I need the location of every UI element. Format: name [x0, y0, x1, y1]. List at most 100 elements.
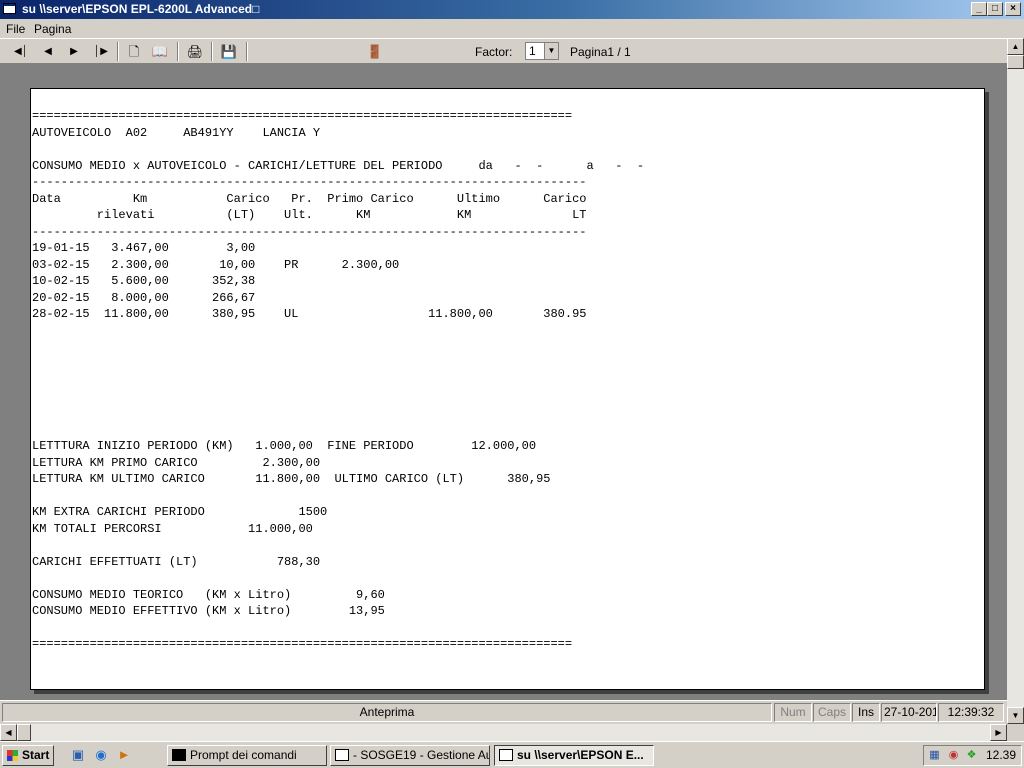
report-line	[32, 422, 644, 439]
report-line: AUTOVEICOLO A02 AB491YY LANCIA Y	[32, 125, 321, 140]
vertical-scrollbar[interactable]: ▲ ▼	[1007, 38, 1024, 724]
windows-logo-icon	[7, 750, 18, 761]
vertical-scroll-thumb[interactable]	[1007, 55, 1024, 69]
status-mode: Anteprima	[2, 703, 772, 722]
start-label: Start	[22, 748, 50, 762]
toolbar: ◀│ ◀ ▶ │▶ 🗋 📖 🖨 💾 🚪 Factor: 1 ▼ Pagina1 …	[0, 38, 1007, 64]
report-line: CARICHI EFFETTUATI (LT) 788,30	[32, 554, 321, 569]
task-label: su \\server\EPSON E...	[517, 748, 644, 762]
scrollbar-corner	[1007, 724, 1024, 741]
window-icon	[335, 749, 349, 761]
show-desktop-icon[interactable]: ▣	[70, 747, 86, 763]
report-line: KM EXTRA CARICHI PERIODO 1500	[32, 505, 328, 519]
report-line	[32, 537, 644, 554]
exit-icon[interactable]: 🚪	[365, 42, 385, 61]
close-button[interactable]: ×	[1005, 2, 1021, 16]
report-line: CONSUMO MEDIO x AUTOVEICOLO - CARICHI/LE…	[32, 158, 645, 173]
report-line: ----------------------------------------…	[32, 175, 587, 189]
report-line	[32, 620, 644, 637]
report-line: LETTTURA INIZIO PERIODO (KM) 1.000,00 FI…	[32, 439, 537, 453]
task-label: Prompt dei comandi	[190, 748, 297, 762]
start-button[interactable]: Start	[2, 745, 54, 766]
taskbar-clock: 12.39	[986, 748, 1017, 762]
report-line	[32, 339, 644, 356]
report-line: CONSUMO MEDIO TEORICO (KM x Litro) 9,60	[32, 587, 385, 602]
task-command-prompt[interactable]: Prompt dei comandi	[167, 745, 327, 766]
report-line: KM TOTALI PERCORSI 11.000,00	[32, 521, 313, 536]
single-page-icon[interactable]: 🗋	[124, 42, 144, 61]
report-line: rilevati (LT) Ult. KM KM LT	[32, 208, 587, 222]
update-icon[interactable]: ❖	[964, 748, 979, 763]
task-label: - SOSGE19 - Gestione Au...	[353, 748, 490, 762]
report-line	[32, 488, 644, 505]
menu-file[interactable]: File	[6, 22, 25, 36]
report-page: ========================================…	[30, 88, 985, 690]
report-line: LETTURA KM ULTIMO CARICO 11.800,00 ULTIM…	[32, 472, 551, 486]
print-icon[interactable]: 🖨	[185, 42, 205, 61]
export-icon[interactable]: 💾	[219, 42, 239, 61]
report-line: 10-02-15 5.600,00 352,38	[32, 274, 256, 288]
scroll-left-icon[interactable]: ◀	[0, 724, 17, 741]
factor-label: Factor:	[475, 45, 513, 59]
report-line: 20-02-15 8.000,00 266,67	[32, 290, 256, 305]
last-page-icon[interactable]: │▶	[91, 42, 111, 61]
toolbar-separator	[211, 42, 213, 61]
report-line: Data Km Carico Pr. Primo Carico Ultimo C…	[32, 191, 587, 206]
report-line	[32, 141, 644, 158]
status-date: 27-10-2015	[881, 703, 937, 722]
scroll-down-icon[interactable]: ▼	[1007, 707, 1024, 724]
report-text: ========================================…	[32, 108, 644, 653]
report-line	[32, 389, 644, 406]
status-bar: Anteprima Num Caps Ins 27-10-2015 12:39:…	[0, 700, 1007, 724]
report-line: CONSUMO MEDIO EFFETTIVO (KM x Litro) 13,…	[32, 604, 385, 618]
preview-area: ========================================…	[0, 64, 1007, 700]
maximize-button[interactable]: □	[987, 2, 1003, 16]
window-icon[interactable]	[3, 3, 16, 14]
report-line: 03-02-15 2.300,00 10,00 PR 2.300,00	[32, 257, 400, 272]
scroll-right-icon[interactable]: ▶	[990, 724, 1007, 741]
minimize-button[interactable]: _	[971, 2, 987, 16]
report-line: ----------------------------------------…	[32, 224, 587, 239]
internet-explorer-icon[interactable]: ◉	[93, 747, 109, 763]
menu-pagina[interactable]: Pagina	[34, 22, 71, 36]
two-pages-icon[interactable]: 📖	[150, 42, 170, 61]
horizontal-scroll-thumb[interactable]	[17, 724, 31, 741]
toolbar-separator	[117, 42, 119, 61]
factor-select[interactable]: 1 ▼	[525, 42, 559, 60]
report-line	[32, 356, 644, 373]
network-icon[interactable]: ▦	[927, 748, 942, 763]
task-sosge19[interactable]: - SOSGE19 - Gestione Au...	[330, 745, 490, 766]
report-line: 28-02-15 11.800,00 380,95 UL 11.800,00 3…	[32, 307, 587, 321]
media-player-icon[interactable]: ►	[116, 747, 132, 763]
report-line	[32, 323, 644, 340]
chevron-down-icon[interactable]: ▼	[544, 43, 558, 59]
page-indicator: Pagina1 / 1	[570, 45, 631, 59]
report-line	[32, 372, 644, 389]
report-line	[32, 570, 644, 587]
status-caps: Caps	[813, 703, 851, 722]
toolbar-separator	[246, 42, 248, 61]
title-bar: su \\server\EPSON EPL-6200L Advanced□ _ …	[0, 0, 1024, 19]
report-line	[32, 405, 644, 422]
status-ins: Ins	[852, 703, 880, 722]
scroll-up-icon[interactable]: ▲	[1007, 38, 1024, 55]
report-line: ========================================…	[32, 109, 573, 123]
horizontal-scrollbar[interactable]: ◀ ▶	[0, 724, 1007, 741]
first-page-icon[interactable]: ◀│	[11, 42, 31, 61]
status-time: 12:39:32	[938, 703, 1004, 722]
factor-value: 1	[529, 44, 536, 58]
status-num: Num	[774, 703, 812, 722]
toolbar-separator	[177, 42, 179, 61]
security-icon[interactable]: ◉	[946, 748, 961, 763]
task-epson-preview[interactable]: su \\server\EPSON E...	[494, 745, 654, 766]
next-page-icon[interactable]: ▶	[64, 42, 84, 61]
window-title: su \\server\EPSON EPL-6200L Advanced□	[22, 2, 260, 16]
taskbar: Start ▣ ◉ ► Prompt dei comandi - SOSGE19…	[0, 741, 1024, 768]
report-line: ========================================…	[32, 637, 573, 651]
command-prompt-icon	[172, 749, 186, 761]
prev-page-icon[interactable]: ◀	[38, 42, 58, 61]
report-line: LETTURA KM PRIMO CARICO 2.300,00	[32, 455, 321, 470]
report-line: 19-01-15 3.467,00 3,00	[32, 241, 256, 255]
menu-bar: File Pagina	[0, 19, 1024, 38]
system-tray: ▦ ◉ ❖ 12.39	[923, 745, 1022, 766]
